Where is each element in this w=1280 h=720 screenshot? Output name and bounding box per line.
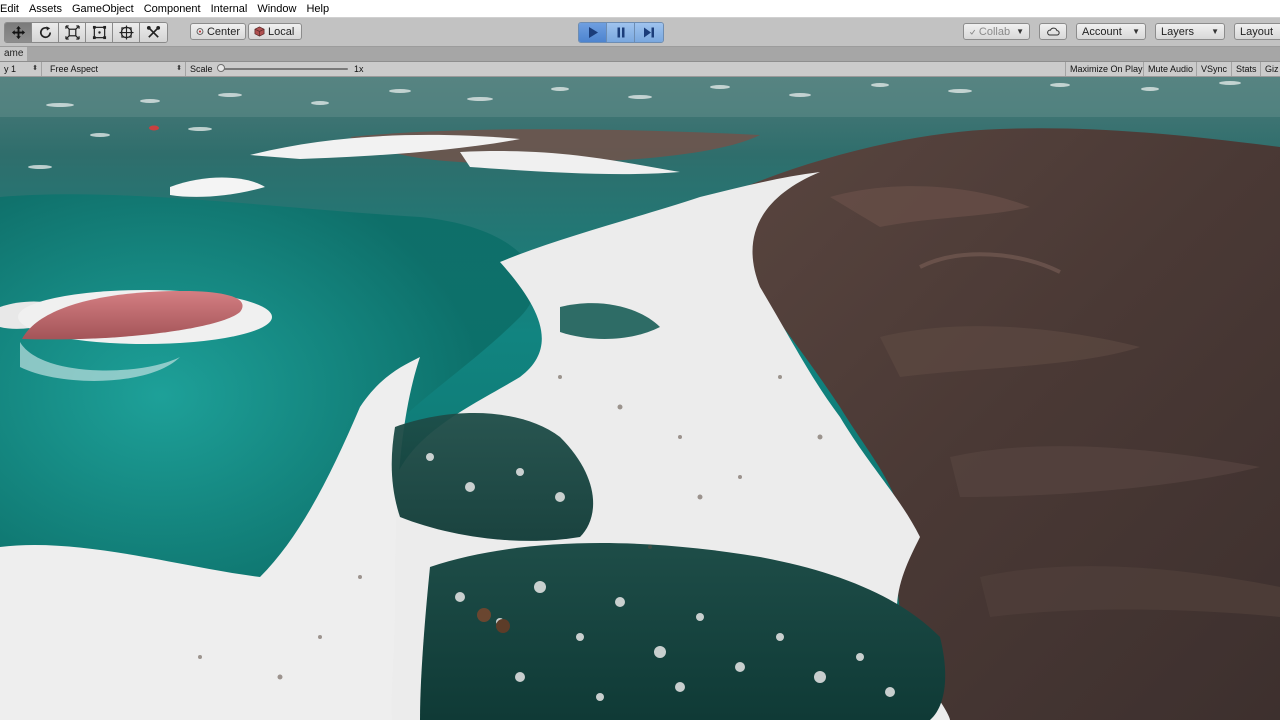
ocean-scene <box>0 77 1280 720</box>
tools-icon <box>146 25 161 38</box>
step-button[interactable] <box>635 23 663 42</box>
collab-dropdown[interactable]: Collab ▼ <box>963 23 1030 40</box>
vsync-toggle[interactable]: VSync <box>1197 62 1232 76</box>
play-icon <box>588 27 598 38</box>
maximize-on-play-toggle[interactable]: Maximize On Play <box>1065 62 1144 76</box>
scale-tool-button[interactable] <box>59 23 86 42</box>
step-icon <box>644 27 654 38</box>
rotate-tool-button[interactable] <box>32 23 59 42</box>
transform-icon <box>118 25 134 40</box>
aspect-label: Free Aspect <box>50 64 99 74</box>
account-label: Account <box>1082 25 1122 38</box>
scale-slider-track[interactable] <box>222 68 348 70</box>
move-arrows-icon <box>11 25 25 40</box>
caret-down-icon: ▼ <box>1132 27 1140 36</box>
menu-assets[interactable]: Assets <box>29 3 62 15</box>
account-dropdown[interactable]: Account ▼ <box>1076 23 1146 40</box>
updown-icon: ⬍ <box>176 65 182 72</box>
pause-button[interactable] <box>607 23 635 42</box>
custom-tool-button[interactable] <box>140 23 167 42</box>
main-toolbar: Center Local Collab ▼ Account ▼ Layers ▼… <box>0 18 1280 47</box>
menu-help[interactable]: Help <box>306 3 329 15</box>
cloud-icon <box>1047 27 1060 36</box>
transform-tools <box>4 22 168 43</box>
stats-toggle[interactable]: Stats <box>1232 62 1261 76</box>
caret-down-icon: ▼ <box>1211 27 1219 36</box>
updown-icon: ⬍ <box>32 65 38 72</box>
layout-label: Layout <box>1240 25 1274 38</box>
playback-controls <box>578 22 664 43</box>
scale-value: 1x <box>354 64 364 74</box>
menu-edit[interactable]: Edit <box>0 3 19 15</box>
layers-label: Layers <box>1161 25 1195 38</box>
gizmos-toggle[interactable]: Giz <box>1261 62 1280 76</box>
mute-audio-toggle[interactable]: Mute Audio <box>1144 62 1197 76</box>
menu-window[interactable]: Window <box>257 3 296 15</box>
menu-internal[interactable]: Internal <box>211 3 248 15</box>
display-label: y 1 <box>4 64 17 74</box>
play-button[interactable] <box>579 23 607 42</box>
scale-slider-thumb[interactable] <box>217 64 225 72</box>
scale-icon <box>64 25 80 40</box>
menu-gameobject[interactable]: GameObject <box>72 3 134 15</box>
pivot-local-button[interactable]: Local <box>248 23 302 40</box>
pause-icon <box>617 27 624 38</box>
rect-icon <box>92 25 106 40</box>
pivot-center-label: Center <box>206 25 240 38</box>
layout-dropdown[interactable]: Layout <box>1234 23 1280 40</box>
move-tool-button[interactable] <box>5 23 32 42</box>
check-icon <box>969 29 976 35</box>
layers-dropdown[interactable]: Layers ▼ <box>1155 23 1225 40</box>
cloud-button[interactable] <box>1039 23 1067 40</box>
caret-down-icon: ▼ <box>1016 27 1024 36</box>
menu-component[interactable]: Component <box>144 3 201 15</box>
tab-game[interactable]: ame <box>0 47 28 61</box>
display-dropdown[interactable]: y 1 ⬍ <box>0 62 42 76</box>
pivot-local-label: Local <box>268 25 295 38</box>
game-viewport[interactable] <box>0 77 1280 720</box>
pivot-icon <box>196 28 204 35</box>
game-view-toolbar: y 1 ⬍ Free Aspect ⬍ Scale 1x Maximize On… <box>0 62 1280 77</box>
menu-bar: Edit Assets GameObject Component Interna… <box>0 0 1280 18</box>
game-tab-strip: ame <box>0 47 1280 62</box>
pivot-center-button[interactable]: Center <box>190 23 246 40</box>
cube-icon <box>254 26 265 37</box>
rotate-icon <box>39 26 51 39</box>
transform-tool-button[interactable] <box>113 23 140 42</box>
rect-tool-button[interactable] <box>86 23 113 42</box>
scale-label: Scale <box>190 64 213 74</box>
collab-label: Collab <box>978 25 1011 38</box>
aspect-dropdown[interactable]: Free Aspect ⬍ <box>46 62 186 76</box>
